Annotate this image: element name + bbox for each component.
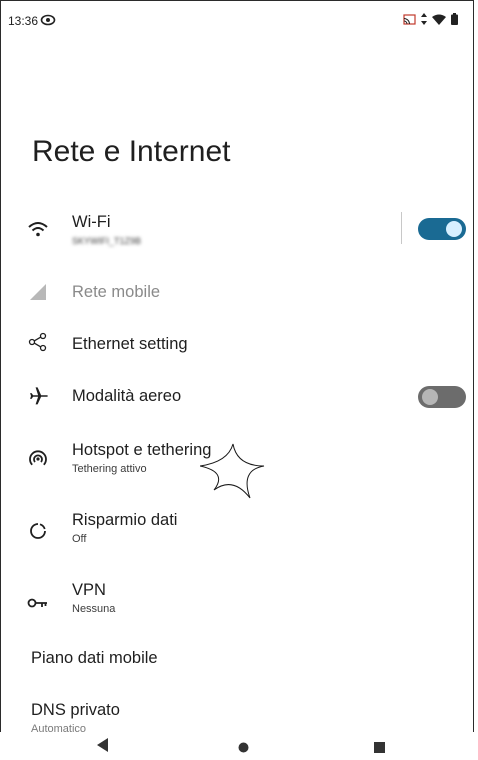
list-item-modalita-aereo[interactable]: Modalità aereo	[0, 382, 478, 412]
piano-dati-mobile-title: Piano dati mobile	[31, 649, 158, 667]
navigation-bar	[0, 732, 478, 760]
vpn-status: Nessuna	[72, 603, 116, 615]
ethernet-share-icon	[26, 330, 50, 354]
tap-sparkle-icon	[200, 443, 265, 499]
list-item-vpn[interactable]: VPN Nessuna	[0, 581, 478, 625]
page-title: Rete e Internet	[32, 135, 231, 168]
list-item-ethernet[interactable]: Ethernet setting	[0, 330, 478, 360]
rete-mobile-title: Rete mobile	[72, 283, 161, 301]
back-icon[interactable]	[97, 738, 109, 757]
list-item-wifi[interactable]: Wi-Fi SKYWIFI_T1Z9B	[0, 205, 478, 251]
status-bar: 13:36	[0, 0, 478, 40]
home-icon[interactable]	[238, 740, 249, 758]
eye-icon	[40, 13, 56, 27]
screen-frame	[0, 0, 474, 758]
hotspot-icon	[26, 447, 50, 471]
wifi-icon	[26, 217, 50, 241]
status-time: 13:36	[8, 14, 39, 28]
vpn-key-icon	[26, 591, 50, 615]
airplane-mode-toggle[interactable]	[418, 386, 466, 408]
list-item-piano-dati-mobile[interactable]: Piano dati mobile	[0, 646, 478, 676]
wifi-toggle[interactable]	[418, 218, 466, 240]
wifi-network-name: SKYWIFI_T1Z9B	[72, 236, 142, 246]
airplane-icon	[26, 384, 50, 408]
battery-icon	[451, 12, 458, 30]
list-item-risparmio-dati[interactable]: Risparmio dati Off	[0, 509, 478, 553]
status-icons	[403, 12, 458, 30]
data-arrows-icon	[421, 12, 427, 30]
cast-icon	[403, 12, 416, 30]
modalita-aereo-title: Modalità aereo	[72, 387, 182, 405]
recents-icon[interactable]	[374, 740, 385, 758]
vpn-title: VPN	[72, 581, 106, 599]
list-item-dns-privato[interactable]: DNS privato Automatico	[0, 699, 478, 735]
cell-signal-icon	[26, 280, 50, 304]
wifi-signal-icon	[432, 12, 446, 30]
wifi-title: Wi-Fi	[72, 213, 111, 231]
dns-privato-title: DNS privato	[31, 701, 120, 719]
list-item-rete-mobile[interactable]: Rete mobile	[0, 278, 478, 308]
risparmio-dati-status: Off	[72, 533, 87, 545]
ethernet-title: Ethernet setting	[72, 335, 188, 353]
divider	[401, 212, 402, 244]
hotspot-title: Hotspot e tethering	[72, 441, 212, 459]
data-saver-icon	[26, 519, 50, 543]
risparmio-dati-title: Risparmio dati	[72, 511, 178, 529]
hotspot-status: Tethering attivo	[72, 463, 147, 475]
